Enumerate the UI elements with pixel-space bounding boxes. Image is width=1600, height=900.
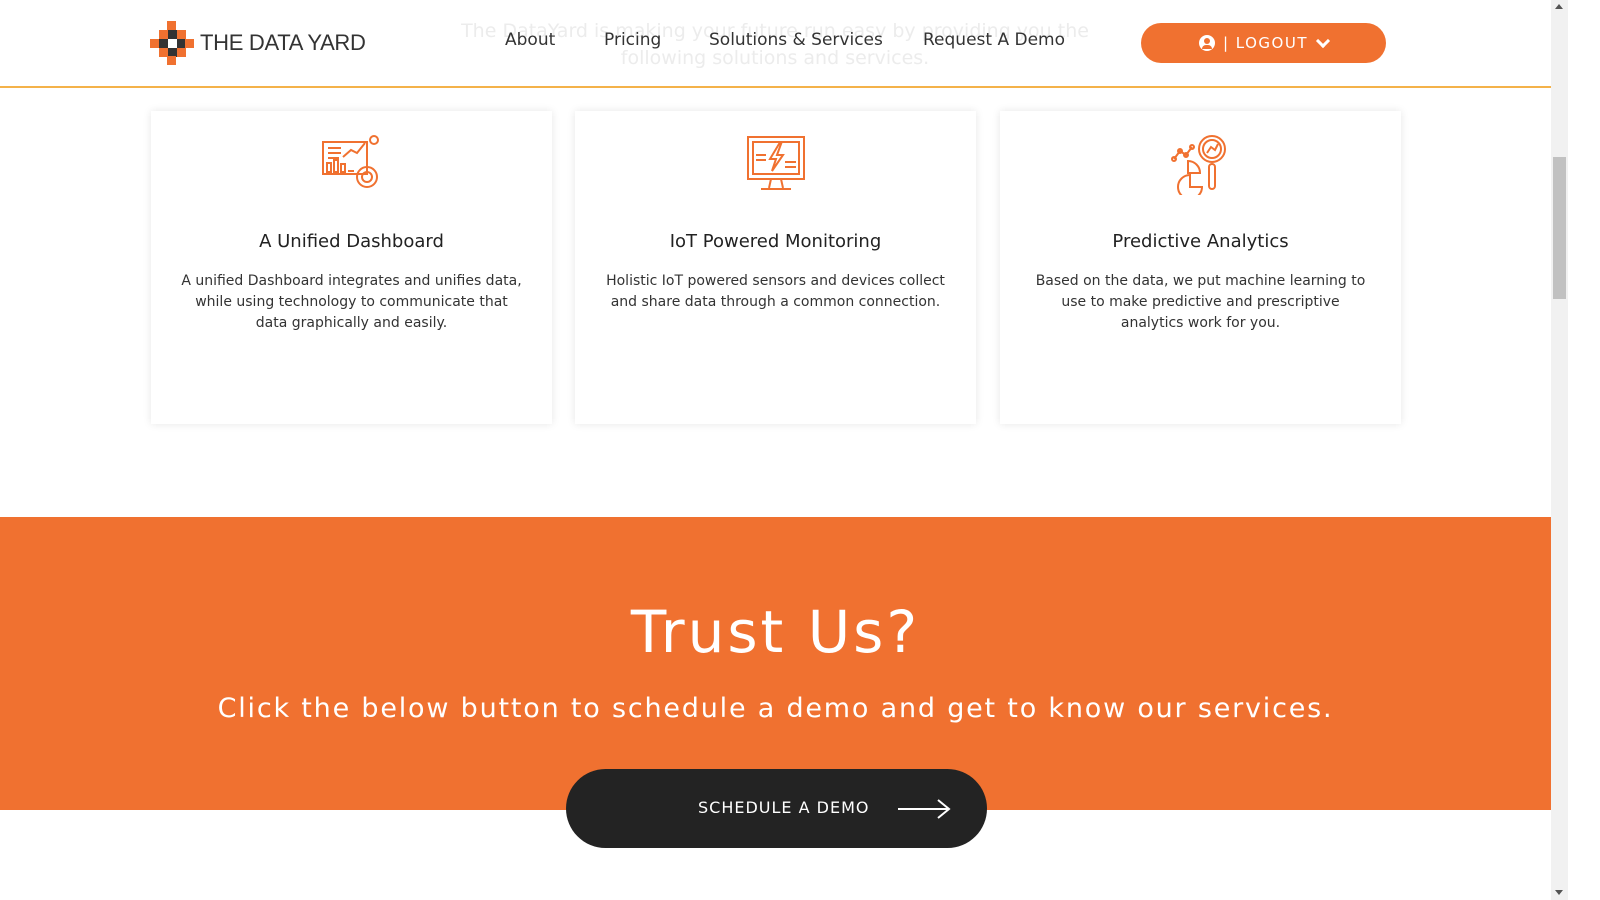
logo-text: THE DATA YARD: [200, 30, 366, 55]
card-description: Based on the data, we put machine learni…: [1035, 273, 1366, 331]
logout-label: | LOGOUT: [1222, 34, 1309, 52]
page-scrollbar[interactable]: [1551, 0, 1568, 900]
scroll-down-arrow-icon[interactable]: [1555, 890, 1563, 895]
service-card-dashboard: A Unified Dashboard A unified Dashboard …: [151, 111, 552, 424]
logo-mark-icon: [150, 21, 194, 65]
chevron-down-icon: [1315, 33, 1331, 48]
service-card-iot: IoT Powered Monitoring Holistic IoT powe…: [575, 111, 976, 424]
scroll-up-arrow-icon[interactable]: [1555, 4, 1563, 9]
nav-pricing[interactable]: Pricing: [604, 30, 661, 50]
schedule-demo-button[interactable]: SCHEDULE A DEMO: [566, 769, 987, 848]
user-circle-icon: [1198, 35, 1215, 51]
card-title: IoT Powered Monitoring: [669, 231, 882, 252]
logout-button[interactable]: | LOGOUT: [1141, 23, 1386, 63]
card-description: Holistic IoT powered sensors and devices…: [606, 273, 945, 310]
dashboard-chart-icon: [322, 135, 379, 188]
analytics-magnifier-icon: [1171, 135, 1226, 195]
card-title: Predictive Analytics: [1112, 231, 1289, 252]
arrow-right-icon: [898, 799, 951, 819]
scroll-thumb[interactable]: [1553, 157, 1566, 299]
cta-subtitle: Click the below button to schedule a dem…: [217, 693, 1334, 724]
cta-title: Trust Us?: [630, 598, 921, 666]
nav-about[interactable]: About: [505, 30, 555, 50]
card-description: A unified Dashboard integrates and unifi…: [181, 273, 522, 331]
monitor-lightning-icon: [747, 136, 805, 190]
site-header: THE DATA YARD About Pricing Solutions & …: [0, 0, 1551, 88]
logo[interactable]: THE DATA YARD: [150, 21, 366, 65]
service-card-predictive: Predictive Analytics Based on the data, …: [1000, 111, 1401, 424]
nav-solutions-services[interactable]: Solutions & Services: [709, 30, 883, 50]
nav-request-demo[interactable]: Request A Demo: [923, 30, 1065, 50]
schedule-demo-label: SCHEDULE A DEMO: [698, 798, 870, 817]
card-title: A Unified Dashboard: [259, 231, 444, 252]
